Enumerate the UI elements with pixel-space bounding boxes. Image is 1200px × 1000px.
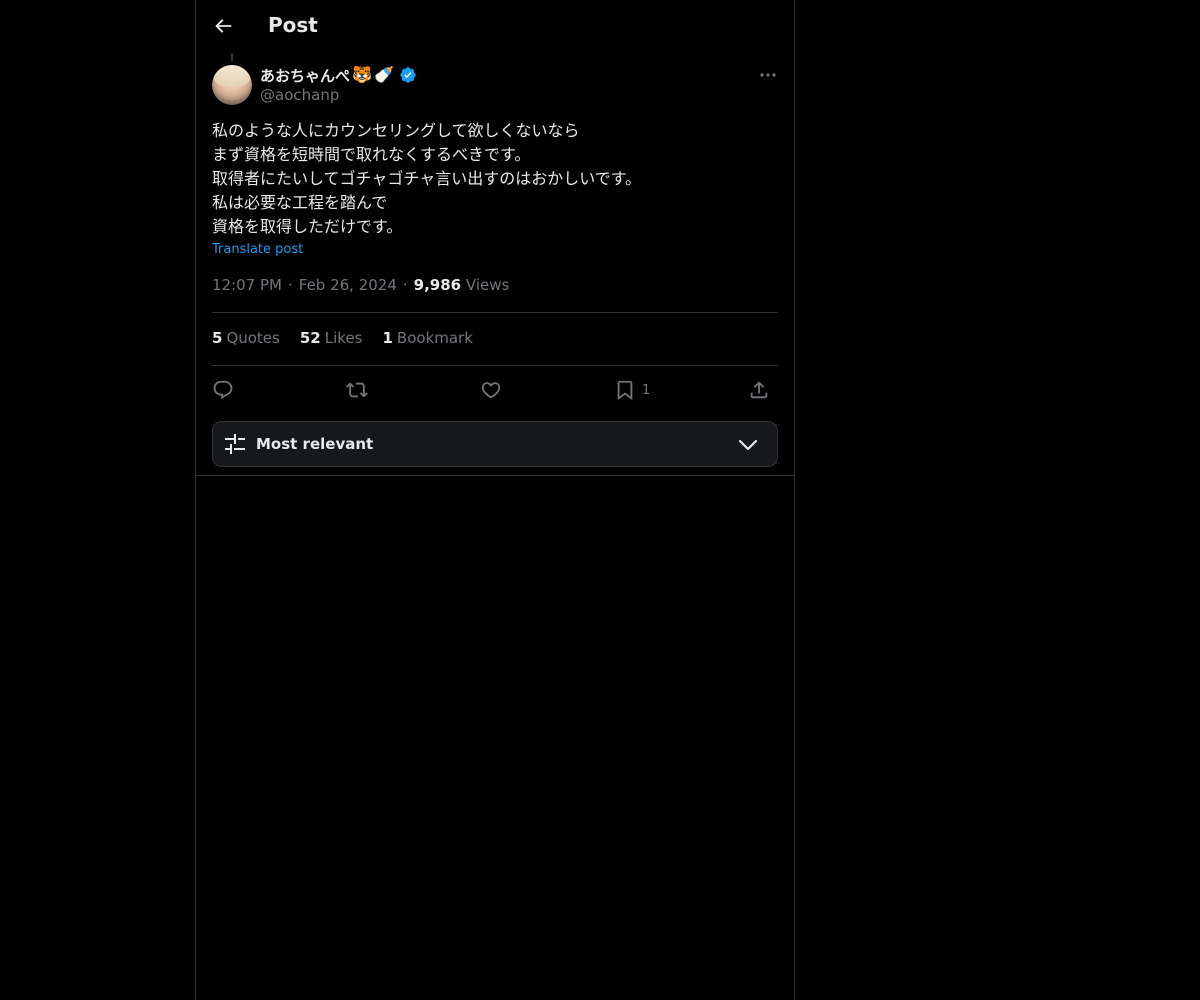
quotes-label: Quotes (226, 329, 280, 347)
post-text-line: 私のような人にカウンセリングして欲しくないなら (212, 121, 580, 140)
repost-icon (346, 382, 368, 398)
likes-label: Likes (324, 329, 363, 347)
meta-separator: · (287, 276, 293, 294)
author-handle[interactable]: @aochanp (260, 86, 339, 104)
post-text-line: 取得者にたいしてゴチャゴチャ言い出すのはおかしいです。 (212, 169, 642, 188)
post-date[interactable]: Feb 26, 2024 (299, 276, 397, 294)
arrow-left-icon (215, 19, 232, 33)
like-button[interactable] (480, 378, 502, 402)
quotes-count: 5 (212, 329, 223, 347)
post-text-line: 資格を取得しただけです。 (212, 217, 403, 236)
translate-post-link[interactable]: Translate post (212, 242, 303, 257)
likes-stat[interactable]: 52 Likes (300, 329, 363, 347)
bookmarks-stat[interactable]: 1 Bookmark (382, 329, 472, 347)
like-icon (481, 382, 501, 399)
more-dots-icon (760, 73, 776, 77)
repost-button[interactable] (346, 378, 368, 402)
section-divider (196, 475, 794, 476)
verified-badge-icon[interactable] (399, 66, 417, 84)
thread-line (231, 53, 233, 61)
sort-replies-dropdown[interactable]: Most relevant (212, 421, 778, 467)
avatar-hair (214, 65, 250, 87)
post-text: 私のような人にカウンセリングして欲しくないなら まず資格を短時間で取れなくするべ… (212, 119, 778, 239)
more-options-button[interactable] (756, 64, 780, 86)
post-text-line: 私は必要な工程を踏んで (212, 193, 388, 212)
post-meta: 12:07 PM · Feb 26, 2024 · 9,986 Views (212, 276, 509, 294)
bookmark-count: 1 (642, 382, 651, 398)
share-icon (750, 381, 768, 399)
reply-icon (213, 380, 233, 399)
main-column: Post あおちゃんぺ 🐯 🍼 @aochanp 私のような人にカウンセリングし… (195, 0, 795, 1000)
quotes-stat[interactable]: 5 Quotes (212, 329, 280, 347)
bookmark-icon (617, 380, 633, 401)
bookmarks-label: Bookmark (396, 329, 473, 347)
post-time[interactable]: 12:07 PM (212, 276, 282, 294)
author-display-name[interactable]: あおちゃんぺ (260, 65, 350, 86)
divider (212, 312, 778, 313)
divider (212, 365, 778, 366)
engagement-stats: 5 Quotes 52 Likes 1 Bookmark (212, 329, 473, 347)
likes-count: 52 (299, 329, 321, 347)
back-button[interactable] (212, 15, 234, 37)
tiger-emoji: 🐯 (352, 65, 372, 84)
baby-bottle-emoji: 🍼 (373, 65, 394, 84)
chevron-down-icon (738, 439, 758, 451)
reply-button[interactable] (212, 378, 234, 402)
post-text-line: まず資格を短時間で取れなくするべきです。 (212, 145, 531, 164)
action-bar: 1 (212, 376, 778, 404)
bookmarks-count: 1 (382, 329, 393, 347)
sort-label: Most relevant (256, 435, 374, 453)
filter-sliders-icon (225, 434, 245, 454)
share-button[interactable] (748, 378, 770, 402)
author-name-row[interactable]: あおちゃんぺ 🐯 🍼 (260, 64, 417, 86)
views-label: Views (465, 276, 510, 294)
bookmark-button[interactable]: 1 (614, 378, 650, 402)
avatar[interactable] (212, 65, 252, 105)
meta-separator: · (402, 276, 408, 294)
page-title: Post (268, 13, 318, 37)
header: Post (196, 0, 794, 53)
views-count: 9,986 (413, 276, 462, 294)
